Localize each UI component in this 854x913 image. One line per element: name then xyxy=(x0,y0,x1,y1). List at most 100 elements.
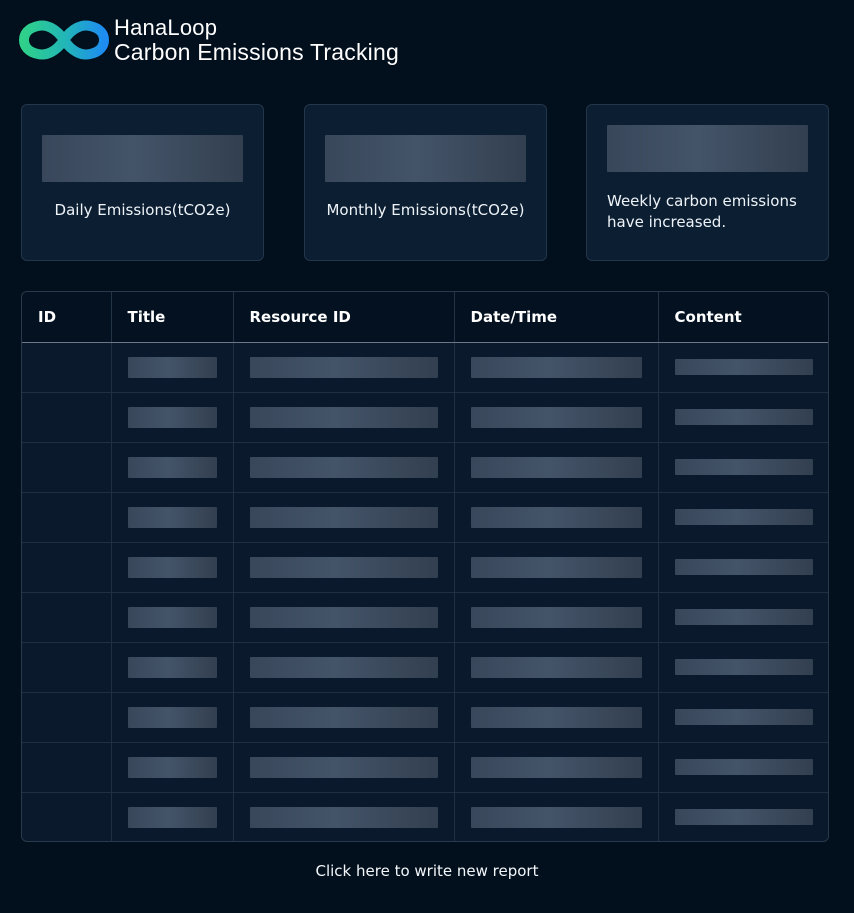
content-placeholder xyxy=(674,559,813,575)
cell-resource-id xyxy=(233,792,455,841)
resource-id-placeholder xyxy=(249,606,438,628)
cell-content xyxy=(658,592,828,643)
cell-content xyxy=(658,492,828,543)
cell-resource-id xyxy=(233,442,455,493)
table-row[interactable] xyxy=(22,792,828,841)
resource-id-placeholder xyxy=(249,706,438,728)
date-time-placeholder xyxy=(470,506,642,528)
content-placeholder xyxy=(674,659,813,675)
cell-resource-id xyxy=(233,492,455,543)
weekly-trend-card: Weekly carbon emissions have increased. xyxy=(586,104,829,261)
write-new-report-link[interactable]: Click here to write new report xyxy=(0,862,854,880)
cell-date-time xyxy=(454,792,659,841)
content-placeholder xyxy=(674,709,813,725)
cell-resource-id xyxy=(233,342,455,393)
infinity-logo-icon xyxy=(19,20,109,60)
cell-title xyxy=(111,792,234,841)
cell-id xyxy=(22,492,112,543)
brand-block: HanaLoop Carbon Emissions Tracking xyxy=(114,15,399,65)
cell-id xyxy=(22,692,112,743)
title-placeholder xyxy=(127,456,217,478)
cell-date-time xyxy=(454,742,659,793)
resource-id-placeholder xyxy=(249,756,438,778)
column-header-date-time[interactable]: Date/Time xyxy=(454,292,659,343)
table-row[interactable] xyxy=(22,742,828,793)
table-row[interactable] xyxy=(22,392,828,443)
cell-content xyxy=(658,442,828,493)
column-header-title[interactable]: Title xyxy=(111,292,234,343)
cell-date-time xyxy=(454,542,659,593)
date-time-placeholder xyxy=(470,556,642,578)
weekly-trend-value-placeholder xyxy=(607,125,808,172)
cell-id xyxy=(22,592,112,643)
cell-content xyxy=(658,742,828,793)
cell-id xyxy=(22,742,112,793)
cell-resource-id xyxy=(233,692,455,743)
title-placeholder xyxy=(127,506,217,528)
cell-id xyxy=(22,542,112,593)
cell-date-time xyxy=(454,592,659,643)
cell-title xyxy=(111,592,234,643)
column-header-resource-id[interactable]: Resource ID xyxy=(233,292,455,343)
cell-content xyxy=(658,542,828,593)
table-body xyxy=(22,342,828,841)
resource-id-placeholder xyxy=(249,806,438,828)
cell-id xyxy=(22,342,112,393)
cell-id xyxy=(22,642,112,693)
resource-id-placeholder xyxy=(249,656,438,678)
cell-date-time xyxy=(454,692,659,743)
cell-resource-id xyxy=(233,742,455,793)
cell-resource-id xyxy=(233,642,455,693)
daily-emissions-value-placeholder xyxy=(42,135,243,182)
monthly-emissions-label: Monthly Emissions(tCO2e) xyxy=(326,201,525,219)
title-placeholder xyxy=(127,806,217,828)
resource-id-placeholder xyxy=(249,556,438,578)
date-time-placeholder xyxy=(470,356,642,378)
title-placeholder xyxy=(127,356,217,378)
table-row[interactable] xyxy=(22,642,828,693)
cell-content xyxy=(658,392,828,443)
resource-id-placeholder xyxy=(249,456,438,478)
monthly-emissions-card: Monthly Emissions(tCO2e) xyxy=(304,104,547,261)
table-row[interactable] xyxy=(22,692,828,743)
daily-emissions-label: Daily Emissions(tCO2e) xyxy=(54,201,231,219)
daily-emissions-card: Daily Emissions(tCO2e) xyxy=(21,104,264,261)
cell-content xyxy=(658,342,828,393)
cell-id xyxy=(22,392,112,443)
resource-id-placeholder xyxy=(249,356,438,378)
cell-content xyxy=(658,642,828,693)
app-title: Carbon Emissions Tracking xyxy=(114,39,399,65)
cell-resource-id xyxy=(233,392,455,443)
table-row[interactable] xyxy=(22,492,828,543)
cell-title xyxy=(111,642,234,693)
title-placeholder xyxy=(127,606,217,628)
cell-id xyxy=(22,792,112,841)
cell-resource-id xyxy=(233,542,455,593)
cell-date-time xyxy=(454,392,659,443)
date-time-placeholder xyxy=(470,456,642,478)
content-placeholder xyxy=(674,609,813,625)
content-placeholder xyxy=(674,409,813,425)
title-placeholder xyxy=(127,706,217,728)
weekly-trend-message: Weekly carbon emissions have increased. xyxy=(607,192,797,231)
summary-cards: Daily Emissions(tCO2e) Monthly Emissions… xyxy=(21,104,829,261)
table-row[interactable] xyxy=(22,592,828,643)
table-row[interactable] xyxy=(22,542,828,593)
date-time-placeholder xyxy=(470,756,642,778)
reports-table: ID Title Resource ID Date/Time Content xyxy=(22,292,828,841)
resource-id-placeholder xyxy=(249,506,438,528)
reports-table-container: ID Title Resource ID Date/Time Content xyxy=(21,291,829,842)
table-row[interactable] xyxy=(22,442,828,493)
title-placeholder xyxy=(127,656,217,678)
table-row[interactable] xyxy=(22,342,828,393)
column-header-content[interactable]: Content xyxy=(658,292,828,343)
brand-name: HanaLoop xyxy=(114,15,218,40)
cell-content xyxy=(658,692,828,743)
cell-title xyxy=(111,342,234,393)
date-time-placeholder xyxy=(470,656,642,678)
content-placeholder xyxy=(674,809,813,826)
content-placeholder xyxy=(674,359,813,375)
column-header-id[interactable]: ID xyxy=(22,292,112,343)
cell-date-time xyxy=(454,342,659,393)
date-time-placeholder xyxy=(470,806,642,828)
